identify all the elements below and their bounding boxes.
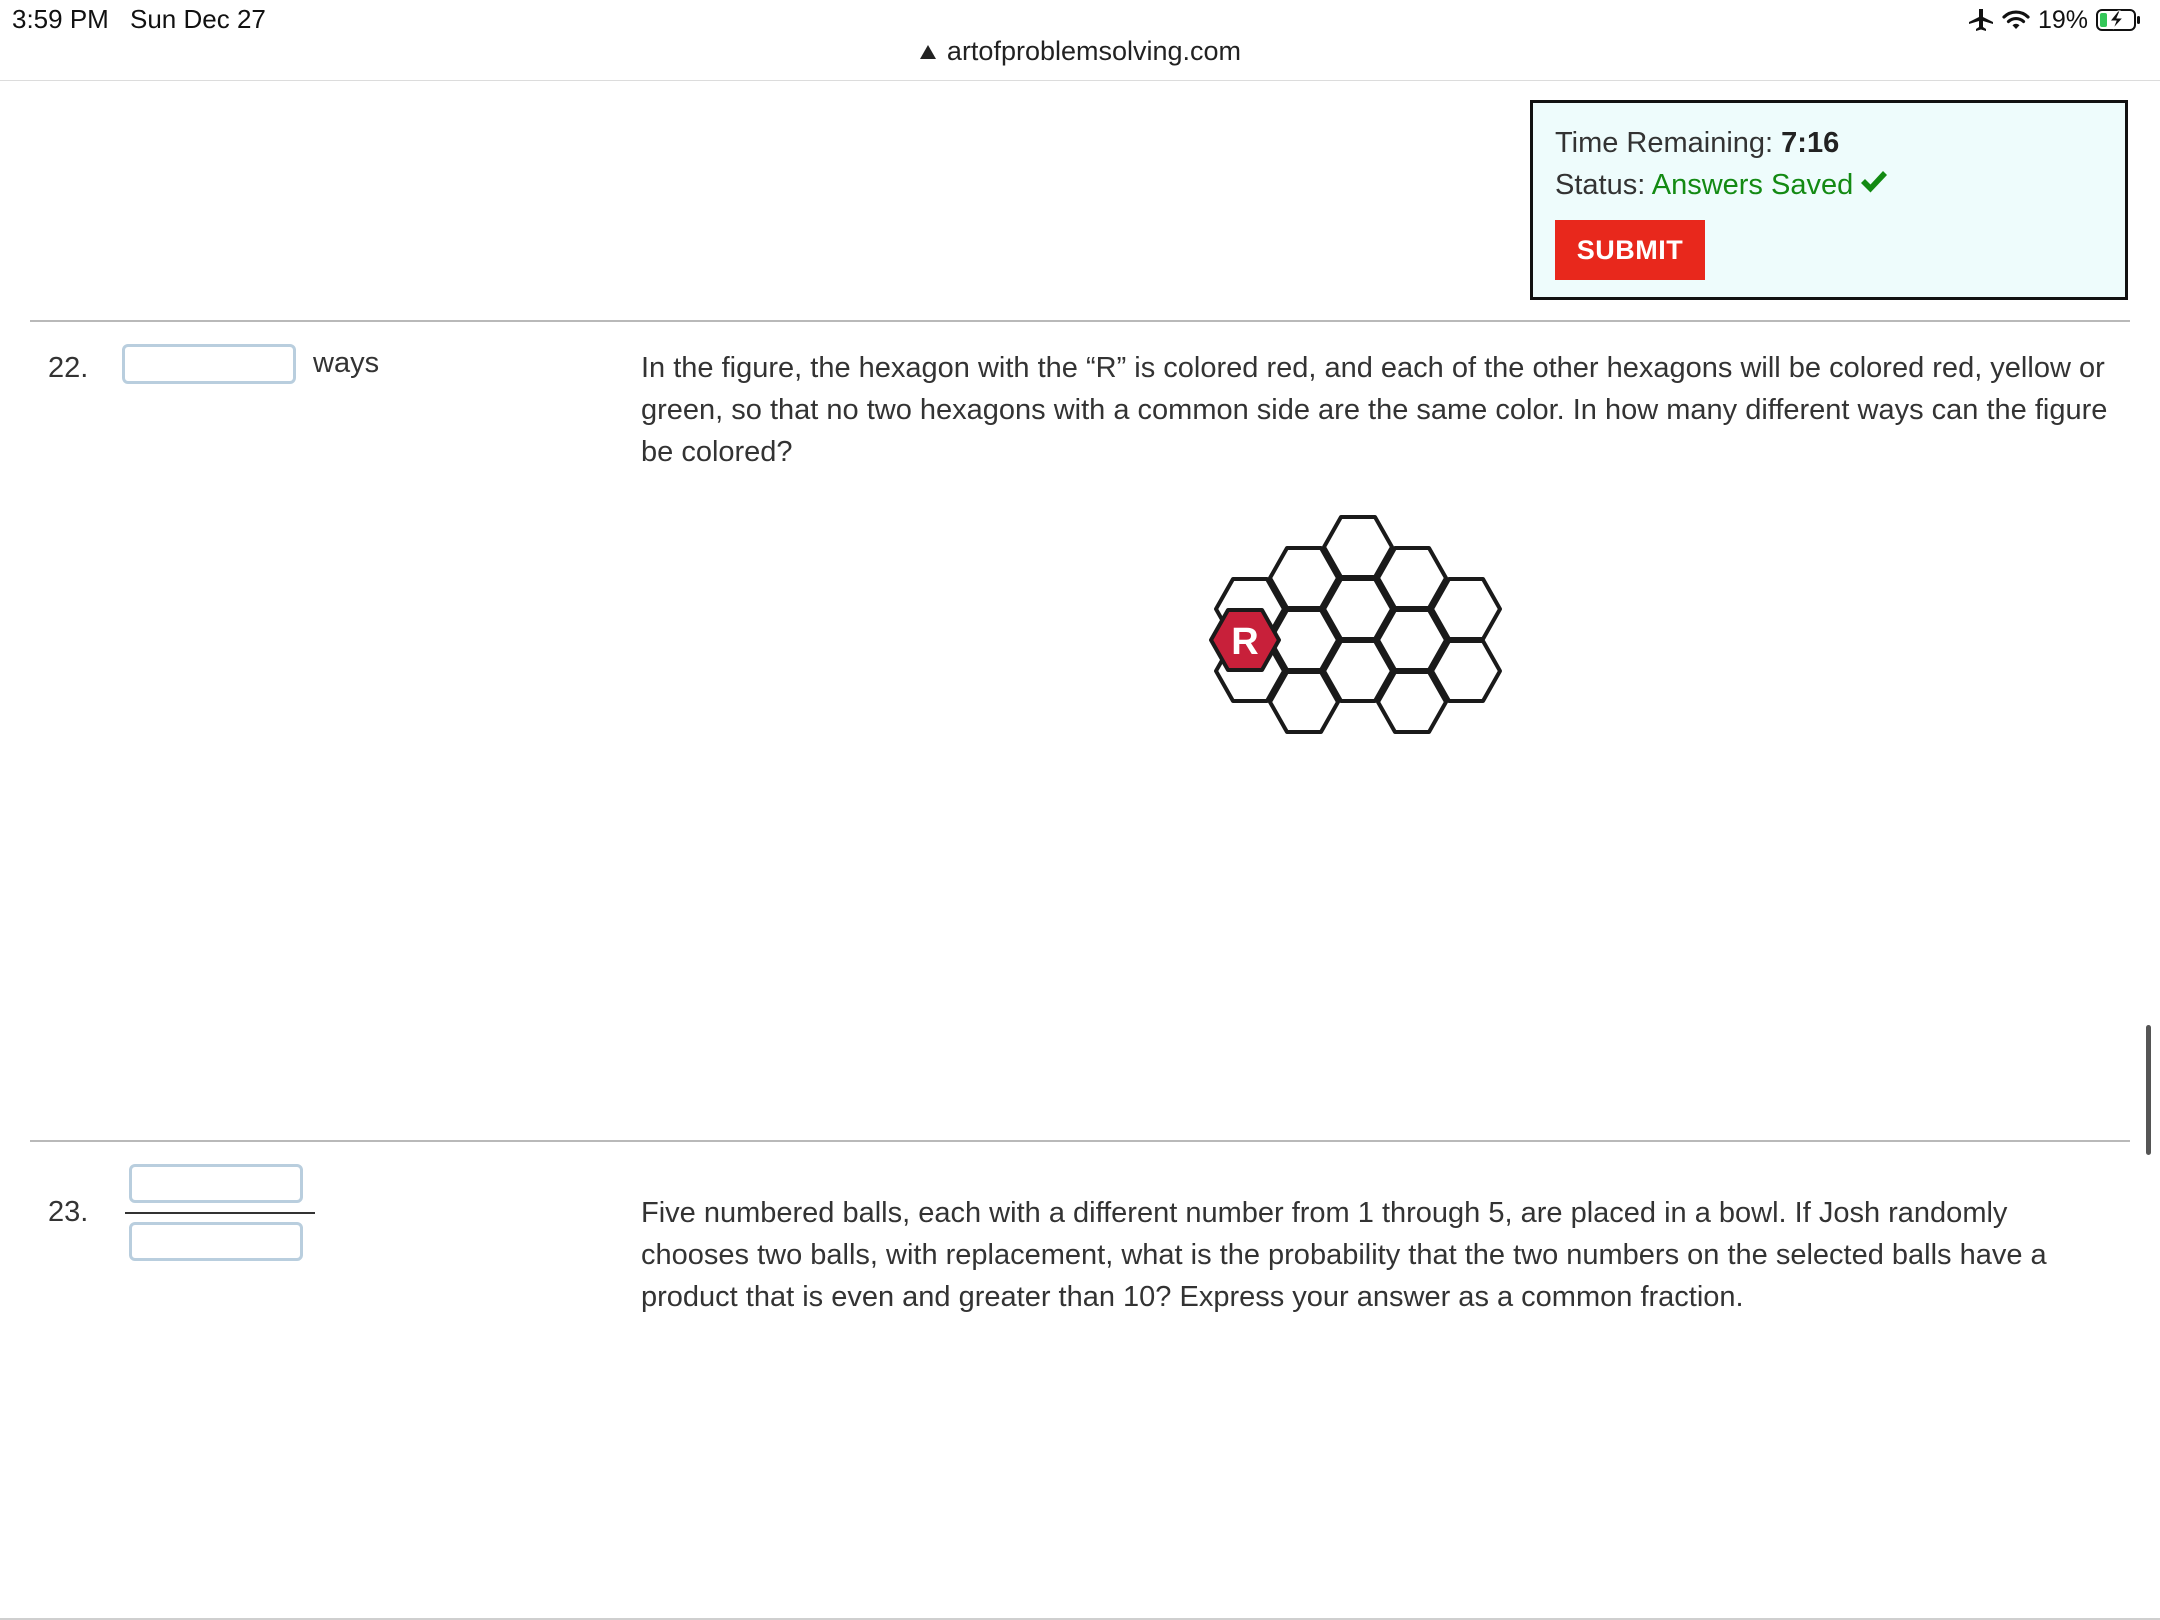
warning-icon [919,36,937,67]
airplane-icon [1968,8,1994,32]
address-divider [0,80,2160,81]
save-status: Status: Answers Saved [1555,169,1889,203]
question-text: Five numbered balls, each with a differe… [641,1197,2047,1313]
status-bar: 3:59 PM Sun Dec 27 19% [0,0,2160,40]
hexagon [1376,670,1448,734]
answer-unit: ways [313,347,380,379]
status-date: Sun Dec 27 [130,4,266,34]
checkmark-icon [1859,169,1889,203]
hexagon [1268,670,1340,734]
url-text: artofproblemsolving.com [946,36,1242,66]
status-value: Answers Saved [1651,169,1854,201]
scrollbar[interactable] [2146,1025,2151,1155]
battery-charging-icon [2096,8,2142,32]
fraction-bar [125,1212,315,1214]
question-number: 22. [48,352,89,384]
submit-button[interactable]: SUBMIT [1555,220,1705,280]
timer-panel: Time Remaining: 7:16 Status: Answers Sav… [1530,100,2128,300]
battery-percent: 19% [2037,5,2088,34]
denominator-input[interactable] [129,1222,303,1261]
status-label: Status: [1555,169,1652,201]
red-hexagon-label: R [1231,621,1258,663]
status-time: 3:59 PM [12,4,109,34]
time-remaining: Time Remaining: 7:16 [1555,127,1839,160]
address-bar[interactable]: artofproblemsolving.com [0,36,2160,80]
time-remaining-value: 7:16 [1781,127,1840,159]
question-divider [30,1140,2130,1142]
question-divider [30,320,2130,322]
time-remaining-label: Time Remaining: [1555,127,1782,159]
status-indicators: 19% [1968,4,2142,36]
numerator-input[interactable] [129,1164,303,1203]
wifi-icon [2002,9,2030,31]
answer-input-22[interactable] [122,344,296,384]
question-number: 23. [48,1196,89,1228]
hexagon-figure: R [1209,515,1502,734]
question-text: In the figure, the hexagon with the “R” … [641,352,2108,468]
